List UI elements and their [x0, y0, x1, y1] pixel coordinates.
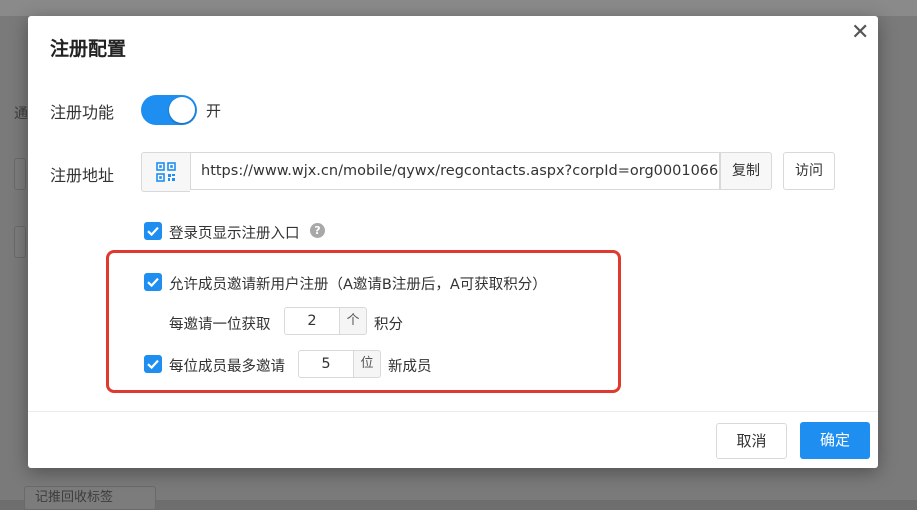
background-bottom-button: 记推回收标签	[24, 486, 156, 510]
register-function-label: 注册功能	[50, 103, 115, 122]
checkmark-icon	[147, 359, 159, 370]
background-field	[14, 158, 26, 190]
register-function-toggle[interactable]	[141, 95, 197, 125]
background-field	[14, 226, 26, 258]
help-icon[interactable]: ?	[310, 223, 325, 238]
allow-invite-checkbox[interactable]	[144, 273, 162, 291]
allow-invite-label: 允许成员邀请新用户注册（A邀请B注册后，A可获取积分）	[169, 277, 547, 293]
checkmark-icon	[147, 277, 159, 288]
background-side-label: 通	[14, 106, 28, 122]
close-icon[interactable]: ✕	[851, 22, 869, 44]
max-invites-prefix-label: 每位成员最多邀请	[169, 359, 285, 375]
points-per-invite-input[interactable]: 2	[284, 307, 340, 335]
qr-code-icon	[156, 162, 176, 182]
register-address-label: 注册地址	[50, 166, 115, 185]
points-unit-addon: 个	[340, 307, 367, 335]
toggle-knob	[169, 97, 195, 123]
visit-button[interactable]: 访问	[783, 152, 835, 190]
dialog-title: 注册配置	[50, 38, 127, 60]
show-entry-checkbox[interactable]	[144, 222, 162, 240]
points-prefix-label: 每邀请一位获取	[169, 317, 271, 333]
max-invites-suffix-label: 新成员	[388, 359, 432, 375]
qr-code-button[interactable]	[141, 152, 190, 192]
register-config-dialog: 注册配置 ✕ 注册功能 开 注册地址 https://www.wjx.cn/mo…	[28, 16, 878, 468]
cancel-button[interactable]: 取消	[716, 423, 787, 459]
max-invites-unit-addon: 位	[354, 350, 381, 378]
toggle-state-text: 开	[206, 102, 222, 120]
copy-button[interactable]: 复制	[720, 152, 772, 190]
checkmark-icon	[147, 226, 159, 237]
background-top-strip	[0, 0, 917, 16]
footer-divider	[28, 411, 878, 412]
show-entry-label: 登录页显示注册入口	[169, 226, 300, 242]
max-invites-checkbox[interactable]	[144, 355, 162, 373]
points-suffix-label: 积分	[374, 317, 403, 333]
ok-button[interactable]: 确定	[800, 422, 870, 459]
max-invites-input[interactable]: 5	[298, 350, 354, 378]
register-url-field[interactable]: https://www.wjx.cn/mobile/qywx/regcontac…	[190, 152, 720, 190]
